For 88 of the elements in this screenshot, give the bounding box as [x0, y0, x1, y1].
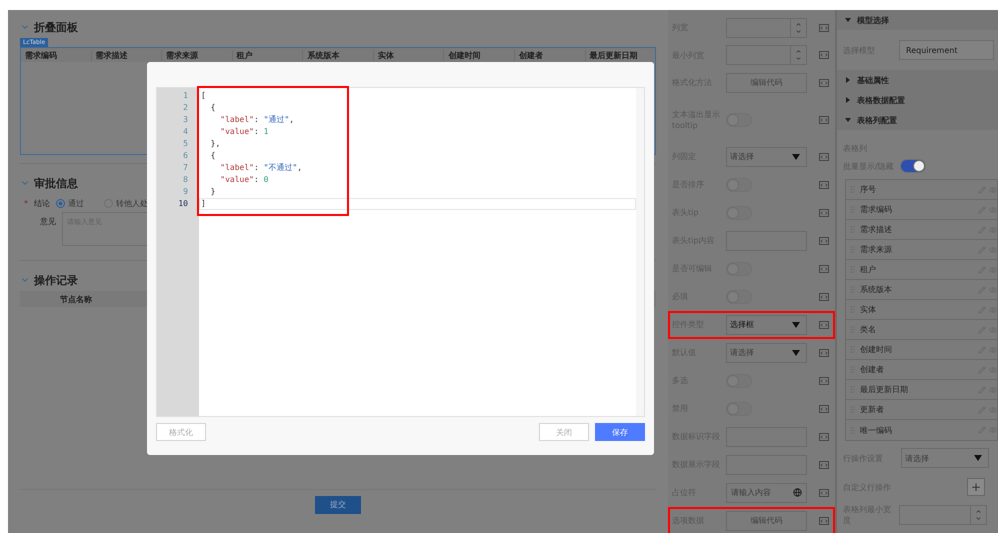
column-header: 最后更新日期	[584, 50, 656, 60]
line-number: 6	[182, 150, 189, 162]
code-icon[interactable]	[819, 24, 829, 32]
edit-code-button[interactable]: 编辑代码	[726, 510, 807, 530]
code-icon[interactable]	[819, 404, 829, 412]
code-icon[interactable]	[819, 78, 829, 87]
column-header: 需求编码	[24, 50, 58, 60]
code-line: "label": "通过",	[219, 114, 296, 126]
code-line: },	[210, 138, 222, 150]
select-field[interactable]: 请选择	[901, 448, 989, 468]
code-icon[interactable]	[819, 488, 829, 496]
column-header: 需求描述	[90, 50, 162, 60]
format-button[interactable]: 格式化	[156, 423, 206, 441]
code-icon[interactable]	[819, 236, 829, 244]
chevron-down-icon	[975, 515, 982, 522]
caret-icon	[792, 154, 800, 160]
chevron-down-icon	[795, 55, 802, 62]
code-icon[interactable]	[819, 264, 829, 272]
close-button[interactable]: 关闭	[539, 423, 589, 441]
select-field[interactable]: 选择框	[726, 314, 807, 334]
code-icon[interactable]	[819, 180, 829, 188]
code-icon[interactable]	[819, 376, 829, 384]
caret-icon	[792, 322, 800, 328]
code-icon[interactable]	[819, 348, 829, 356]
column-header: 创建者	[514, 50, 584, 60]
panel-header[interactable]: 模型选择	[837, 10, 998, 30]
column-header: 节点名称	[59, 294, 92, 304]
panel-header[interactable]: 表格数据配置	[837, 90, 998, 110]
model-field[interactable]: Requirement	[899, 40, 994, 60]
field-label: 结论	[34, 198, 50, 208]
caret-icon	[792, 350, 800, 356]
select-field[interactable]: 请选择	[726, 146, 807, 166]
code-line: {	[210, 150, 216, 162]
code-editor[interactable]: 1 2 3 4 5 6 7 8 9 10 [ { "label": "通过", "value": 1 }, { "label": "不通过", "value": 0 } ]	[156, 87, 645, 417]
line-number: 2	[182, 102, 189, 114]
code-icon[interactable]	[819, 320, 829, 328]
code-icon[interactable]	[819, 292, 829, 300]
submit-button[interactable]: 提交	[315, 496, 361, 514]
line-number: 5	[182, 138, 189, 150]
code-icon[interactable]	[819, 460, 829, 468]
chevron-up-icon	[795, 20, 802, 28]
section-title: 审批信息	[34, 176, 78, 190]
radio-option[interactable]: 转他人处	[104, 198, 148, 208]
field-label: 意见	[40, 216, 56, 227]
code-icon[interactable]	[819, 51, 829, 60]
line-number: 9	[182, 186, 189, 198]
toggle-switch[interactable]	[900, 159, 926, 173]
add-button[interactable]: +	[967, 478, 985, 496]
section-title: 操作记录	[34, 272, 78, 288]
chevron-up-icon	[975, 508, 982, 515]
number-input[interactable]	[726, 18, 807, 38]
number-input[interactable]	[899, 505, 987, 525]
radio-option[interactable]: 通过	[56, 198, 84, 208]
code-line: "value": 1	[219, 126, 270, 138]
column-header: 需求来源	[161, 50, 232, 60]
column-header: 实体	[372, 50, 444, 60]
code-line: {	[210, 102, 216, 114]
code-line: [	[200, 90, 207, 102]
line-number: 4	[182, 126, 189, 138]
line-number: 8	[182, 174, 189, 186]
number-input[interactable]	[726, 45, 807, 66]
line-number: 1	[182, 90, 189, 102]
globe-icon	[793, 488, 802, 497]
line-number: 3	[182, 114, 189, 126]
required-mark: *	[24, 198, 28, 208]
input-field[interactable]: 请输入内容	[726, 482, 807, 502]
section-title: 折叠面板	[34, 20, 78, 34]
column-header: 创建时间	[443, 50, 514, 60]
panel-header[interactable]: 基础属性	[837, 70, 998, 90]
code-icon[interactable]	[819, 208, 829, 216]
code-line: "value": 0	[219, 174, 270, 186]
select-field[interactable]: 请选择	[726, 342, 807, 362]
caret-icon	[974, 455, 982, 461]
code-icon[interactable]	[819, 432, 829, 440]
line-number: 7	[182, 162, 189, 174]
chevron-down-icon	[795, 28, 802, 35]
code-line: }	[210, 186, 216, 198]
chevron-up-icon	[795, 48, 802, 56]
line-number: 10	[177, 198, 189, 210]
panel-header[interactable]: 表格列配置	[837, 110, 998, 130]
code-icon[interactable]	[819, 516, 829, 524]
column-header: 租户	[232, 50, 302, 60]
column-header: 系统版本	[302, 50, 373, 60]
code-icon[interactable]	[819, 116, 829, 124]
code-line: "label": "不通过",	[219, 162, 304, 174]
edit-code-button[interactable]: 编辑代码	[726, 72, 807, 93]
save-button[interactable]: 保存	[595, 423, 645, 441]
code-icon[interactable]	[819, 152, 829, 160]
